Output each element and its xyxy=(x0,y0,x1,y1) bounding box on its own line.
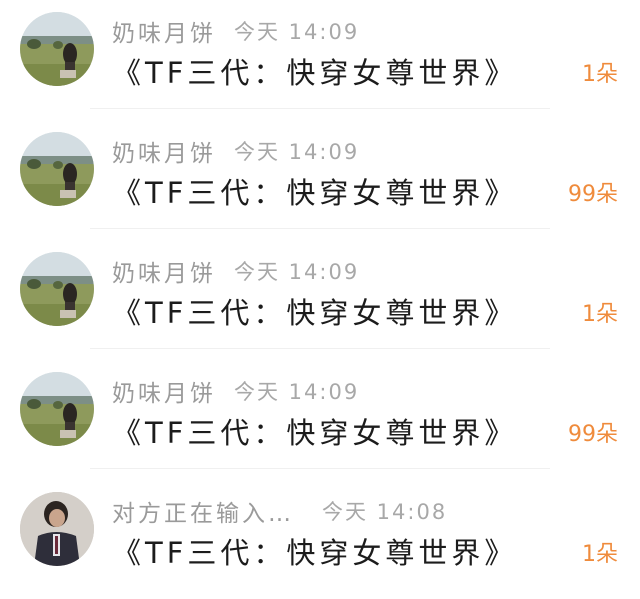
avatar[interactable] xyxy=(20,252,94,326)
typing-status: 对方正在输入… xyxy=(112,501,294,527)
avatar[interactable] xyxy=(20,132,94,206)
message-preview: 《TF三代：快穿女尊世界》 xyxy=(112,416,518,450)
divider xyxy=(90,468,550,469)
timestamp: 今天 14:08 xyxy=(322,500,448,524)
divider xyxy=(90,228,550,229)
chat-row[interactable]: 奶味月饼 今天 14:09 《TF三代：快穿女尊世界》 99朵 xyxy=(0,360,640,479)
contact-name: 奶味月饼 xyxy=(112,141,216,167)
avatar[interactable] xyxy=(20,492,94,566)
flower-count: 1朵 xyxy=(582,62,618,87)
landscape-avatar-image xyxy=(20,252,94,326)
chat-list: 奶味月饼 今天 14:09 《TF三代：快穿女尊世界》 1朵 奶味月饼 今天 1… xyxy=(0,0,640,593)
timestamp: 今天 14:09 xyxy=(234,260,360,284)
landscape-avatar-image xyxy=(20,372,94,446)
flower-count: 99朵 xyxy=(568,422,618,447)
landscape-avatar-image xyxy=(20,12,94,86)
message-preview: 《TF三代：快穿女尊世界》 xyxy=(112,296,518,330)
message-preview: 《TF三代：快穿女尊世界》 xyxy=(112,536,518,570)
chat-row[interactable]: 对方正在输入… 今天 14:08 《TF三代：快穿女尊世界》 1朵 xyxy=(0,480,640,599)
message-preview: 《TF三代：快穿女尊世界》 xyxy=(112,56,518,90)
contact-name: 奶味月饼 xyxy=(112,21,216,47)
avatar[interactable] xyxy=(20,372,94,446)
flower-count: 1朵 xyxy=(582,302,618,327)
message-preview: 《TF三代：快穿女尊世界》 xyxy=(112,176,518,210)
divider xyxy=(90,348,550,349)
chat-row[interactable]: 奶味月饼 今天 14:09 《TF三代：快穿女尊世界》 1朵 xyxy=(0,0,640,119)
avatar[interactable] xyxy=(20,12,94,86)
person-avatar-image xyxy=(20,492,94,566)
contact-name: 奶味月饼 xyxy=(112,261,216,287)
timestamp: 今天 14:09 xyxy=(234,140,360,164)
chat-row[interactable]: 奶味月饼 今天 14:09 《TF三代：快穿女尊世界》 99朵 xyxy=(0,120,640,239)
contact-name: 奶味月饼 xyxy=(112,381,216,407)
flower-count: 99朵 xyxy=(568,182,618,207)
landscape-avatar-image xyxy=(20,132,94,206)
chat-row[interactable]: 奶味月饼 今天 14:09 《TF三代：快穿女尊世界》 1朵 xyxy=(0,240,640,359)
timestamp: 今天 14:09 xyxy=(234,380,360,404)
divider xyxy=(90,108,550,109)
flower-count: 1朵 xyxy=(582,542,618,567)
timestamp: 今天 14:09 xyxy=(234,20,360,44)
